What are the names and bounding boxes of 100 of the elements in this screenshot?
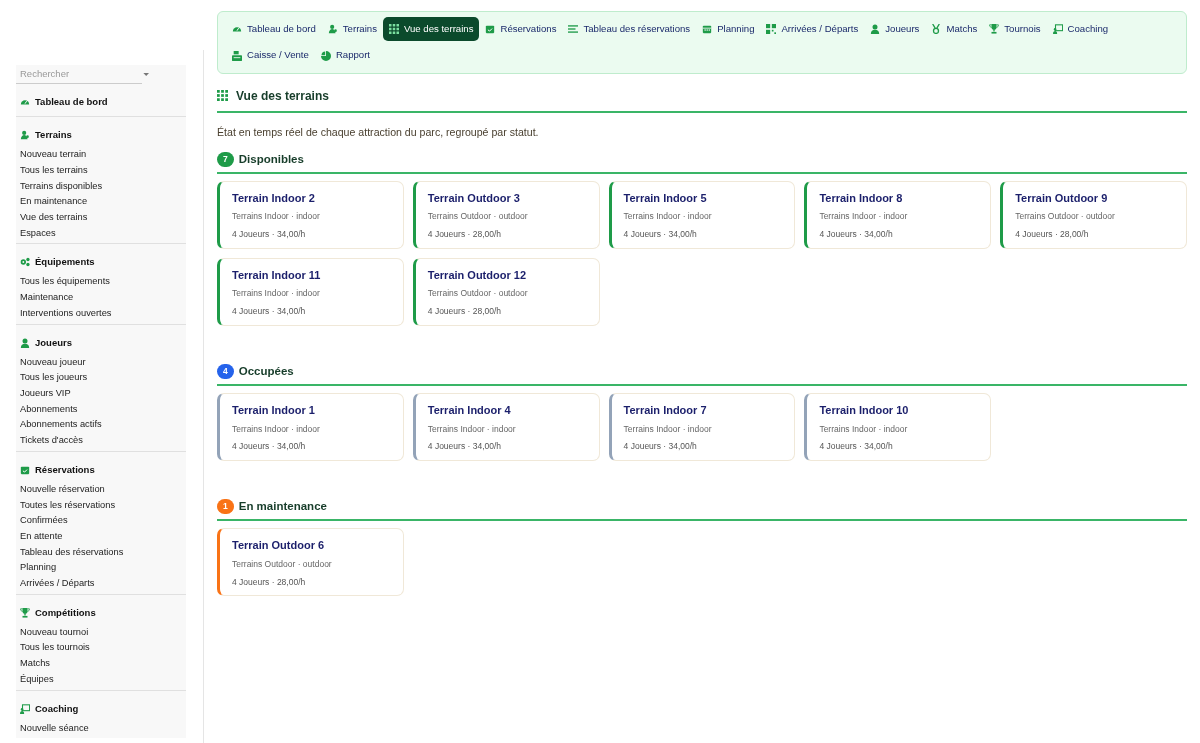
court-name: Terrain Outdoor 12 xyxy=(427,267,527,283)
page-title: Vue des terrains xyxy=(236,87,329,105)
nav-tab[interactable]: Vue des terrains xyxy=(382,17,480,42)
sidebar-item[interactable]: Vue des terrains xyxy=(20,210,186,226)
sidebar-item[interactable]: Nouvelle séance xyxy=(20,720,186,737)
court-details: 4 Joueurs · 34,00/h xyxy=(819,440,894,454)
sidebar-item[interactable]: Tous les joueurs xyxy=(20,370,186,386)
nav-tab[interactable]: Tournois xyxy=(983,17,1047,42)
court-details: 4 Joueurs · 28,00/h xyxy=(1015,228,1090,241)
sidebar-item[interactable]: En attente xyxy=(20,528,186,545)
sidebar-item[interactable]: Nouveau joueur xyxy=(20,354,186,371)
sidebar-section-title[interactable]: Joueurs xyxy=(35,335,72,350)
calendar-check-icon xyxy=(485,24,496,35)
sidebar-item[interactable]: Confirmées xyxy=(20,513,186,529)
gears-icon xyxy=(20,257,30,268)
nav-tab[interactable]: Rapport xyxy=(314,43,376,68)
sidebar-item[interactable]: Terrains disponibles xyxy=(20,178,186,195)
sidebar-item[interactable]: Nouvelle réservation xyxy=(20,481,186,498)
court-card[interactable]: Terrain Indoor 1 Terrains Indoor · indoor 4 Joueurs · 34,00/h xyxy=(217,393,404,462)
nav-tab[interactable]: Coaching xyxy=(1046,17,1115,42)
court-details: 4 Joueurs · 34,00/h xyxy=(232,305,307,318)
sidebar-item[interactable]: Abonnements xyxy=(20,401,186,418)
people-icon xyxy=(20,130,30,141)
sidebar-item[interactable]: Arrivées / Départs xyxy=(20,576,186,592)
court-card[interactable]: Terrain Outdoor 12 Terrains Outdoor · outdoor 4 Joueurs · 28,00/h xyxy=(412,257,600,326)
sidebar-item[interactable]: Interventions ouvertes xyxy=(20,305,186,322)
teacher-board-icon xyxy=(1052,24,1063,35)
sidebar-item[interactable]: Nouveau tournoi xyxy=(20,624,186,641)
sidebar-item[interactable]: Nouveau terrain xyxy=(20,147,186,163)
sidebar-section-title[interactable]: Terrains xyxy=(35,128,72,143)
trophy-icon xyxy=(20,607,30,618)
group-title: En maintenance xyxy=(238,499,327,515)
nav-tab[interactable]: Terrains xyxy=(321,17,383,42)
medal-icon xyxy=(931,24,942,35)
sidebar-section-title[interactable]: Équipements xyxy=(35,255,95,270)
court-card[interactable]: Terrain Indoor 4 Terrains Indoor · indoor 4 Joueurs · 34,00/h xyxy=(412,393,600,462)
sidebar-item[interactable]: Abonnements actifs xyxy=(20,417,186,434)
court-details: 4 Joueurs · 34,00/h xyxy=(623,440,698,454)
court-details: 4 Joueurs · 34,00/h xyxy=(427,440,503,454)
nav-tab[interactable]: Caisse / Vente xyxy=(226,43,315,68)
court-details: 4 Joueurs · 28,00/h xyxy=(232,575,307,589)
nav-tab[interactable]: Tableau des réservations xyxy=(562,17,697,42)
nav-tab[interactable]: Tableau de bord xyxy=(226,17,322,42)
sidebar-item[interactable]: Tous les tournois xyxy=(20,640,186,657)
nav-tab[interactable]: Réservations xyxy=(479,17,563,42)
count-badge: 4 xyxy=(217,364,234,379)
court-category: Terrains Indoor · indoor xyxy=(427,422,517,436)
sidebar-item[interactable]: Maintenance xyxy=(20,290,186,306)
court-details: 4 Joueurs · 34,00/h xyxy=(232,228,307,241)
court-card[interactable]: Terrain Outdoor 3 Terrains Outdoor · outdoor 4 Joueurs · 28,00/h xyxy=(412,180,600,249)
nav-tab[interactable]: Planning xyxy=(696,17,761,42)
sidebar-item[interactable]: Matchs xyxy=(20,656,186,672)
court-name: Terrain Indoor 5 xyxy=(623,190,708,206)
court-card[interactable]: Terrain Outdoor 9 Terrains Outdoor · outdoor 4 Joueurs · 28,00/h xyxy=(1000,180,1187,249)
court-category: Terrains Outdoor · outdoor xyxy=(1015,210,1116,224)
sidebar-item[interactable]: Joueurs VIP xyxy=(20,386,186,402)
count-badge: 1 xyxy=(217,499,234,515)
court-card[interactable]: Terrain Indoor 8 Terrains Indoor · indoor 4 Joueurs · 34,00/h xyxy=(804,180,992,249)
court-name: Terrain Indoor 10 xyxy=(819,403,910,419)
court-details: 4 Joueurs · 28,00/h xyxy=(427,228,503,241)
calendar-icon xyxy=(702,24,713,35)
count-badge: 7 xyxy=(217,151,234,167)
sidebar-item[interactable]: Planning xyxy=(20,560,186,576)
sidebar-section-title[interactable]: Compétitions xyxy=(35,605,96,620)
qr-code-icon xyxy=(766,24,777,35)
court-card[interactable]: Terrain Outdoor 6 Terrains Outdoor · outdoor 4 Joueurs · 28,00/h xyxy=(217,528,404,597)
grid-icon xyxy=(388,24,399,35)
sidebar-section-title[interactable]: Coaching xyxy=(35,701,79,716)
sidebar-item[interactable]: Espaces xyxy=(20,225,186,242)
group-title: Occupées xyxy=(238,363,294,379)
court-card[interactable]: Terrain Indoor 5 Terrains Indoor · indoor 4 Joueurs · 34,00/h xyxy=(608,180,796,249)
court-card[interactable]: Terrain Indoor 2 Terrains Indoor · indoor 4 Joueurs · 34,00/h xyxy=(217,180,404,249)
calendar-check-icon xyxy=(20,464,30,475)
court-category: Terrains Outdoor · outdoor xyxy=(232,557,333,571)
sidebar-item[interactable]: Tickets d'accès xyxy=(20,433,186,449)
sidebar-item[interactable]: Équipes xyxy=(20,671,186,688)
nav-tab[interactable]: Arrivées / Départs xyxy=(760,17,865,42)
court-category: Terrains Indoor · indoor xyxy=(232,210,321,224)
court-name: Terrain Indoor 4 xyxy=(427,403,512,419)
nav-tab[interactable]: Matchs xyxy=(925,17,984,42)
court-card[interactable]: Terrain Indoor 10 Terrains Indoor · indoor 4 Joueurs · 34,00/h xyxy=(804,393,992,462)
sidebar-section-title[interactable]: Tableau de bord xyxy=(35,95,108,110)
people-icon xyxy=(327,24,338,35)
cash-register-icon xyxy=(232,50,242,61)
court-name: Terrain Outdoor 9 xyxy=(1015,190,1109,206)
court-category: Terrains Indoor · indoor xyxy=(232,287,321,301)
sidebar-item[interactable]: Toutes les réservations xyxy=(20,497,186,514)
sidebar-item[interactable]: En maintenance xyxy=(20,194,186,211)
court-card[interactable]: Terrain Indoor 11 Terrains Indoor · indoor 4 Joueurs · 34,00/h xyxy=(217,257,404,326)
court-details: 4 Joueurs · 34,00/h xyxy=(232,440,307,454)
sidebar-item[interactable]: Tableau des réservations xyxy=(20,544,186,561)
court-card[interactable]: Terrain Indoor 7 Terrains Indoor · indoor 4 Joueurs · 34,00/h xyxy=(608,393,796,462)
person-icon xyxy=(870,24,881,35)
court-category: Terrains Indoor · indoor xyxy=(623,210,713,224)
court-name: Terrain Outdoor 3 xyxy=(427,190,521,206)
sidebar-section-title[interactable]: Réservations xyxy=(35,462,95,477)
court-name: Terrain Indoor 7 xyxy=(623,403,708,419)
nav-tab[interactable]: Joueurs xyxy=(864,17,926,42)
sidebar-item[interactable]: Tous les équipements xyxy=(20,274,186,291)
sidebar-item[interactable]: Tous les terrains xyxy=(20,162,186,179)
